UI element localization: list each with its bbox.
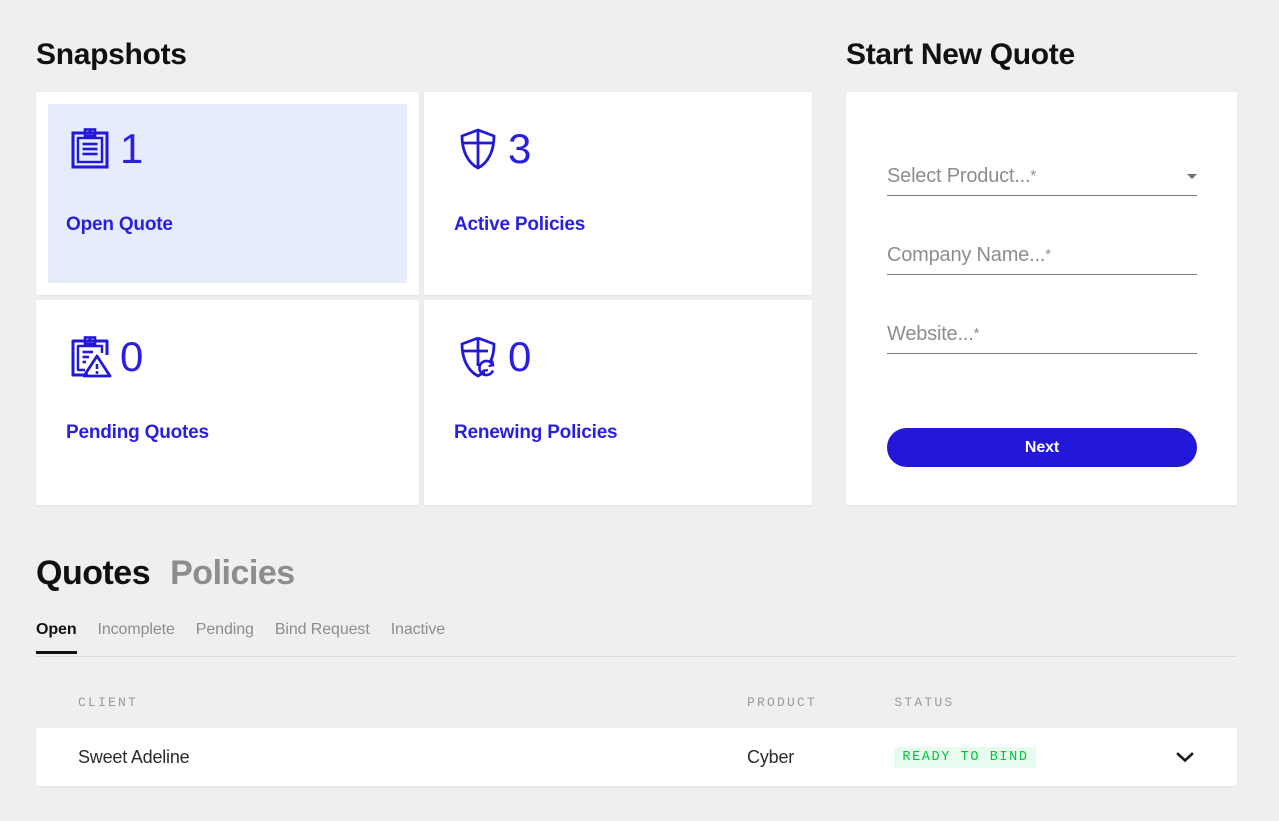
product-select-placeholder: Select Product...*: [887, 165, 1036, 187]
cell-product: Cyber: [747, 746, 795, 767]
snapshot-card-renewing-policies[interactable]: 0 Renewing Policies: [424, 300, 812, 505]
snapshot-count: 0: [508, 333, 532, 380]
shield-check-icon: [460, 128, 496, 170]
record-type-tabs: Quotes Policies: [36, 556, 295, 590]
table-header-row: CLIENT PRODUCT STATUS: [36, 676, 1237, 728]
snapshot-card-top: 0: [454, 322, 782, 392]
chevron-down-icon: [1176, 752, 1194, 763]
quotes-table: CLIENT PRODUCT STATUS Sweet Adeline Cybe…: [36, 676, 1237, 786]
website-placeholder: Website...*: [887, 323, 980, 345]
dashboard-page: Snapshots 1 Open Quote 3 Active Policies…: [0, 0, 1279, 821]
snapshots-grid: 1 Open Quote 3 Active Policies 0 Pending…: [36, 92, 812, 505]
clipboard-warning-icon: [71, 336, 112, 378]
product-select[interactable]: Select Product...*: [887, 154, 1197, 196]
chevron-down-icon: [1187, 174, 1197, 179]
start-new-quote-panel: Select Product...* Company Name...* Webs…: [846, 92, 1237, 505]
subtab-incomplete[interactable]: Incomplete: [98, 621, 175, 652]
snapshot-card-top: 0: [66, 322, 389, 392]
subtab-open[interactable]: Open: [36, 621, 77, 654]
company-name-field[interactable]: Company Name...*: [887, 233, 1197, 275]
snapshot-card-open-quote[interactable]: 1 Open Quote: [36, 92, 419, 295]
tab-quotes[interactable]: Quotes: [36, 556, 151, 590]
column-header-client: CLIENT: [78, 694, 139, 710]
column-header-product: PRODUCT: [747, 694, 818, 710]
status-badge: READY TO BIND: [894, 746, 1036, 768]
company-name-placeholder: Company Name...*: [887, 244, 1051, 266]
website-field[interactable]: Website...*: [887, 312, 1197, 354]
snapshot-card-inner: 0 Pending Quotes: [36, 300, 419, 505]
tab-policies[interactable]: Policies: [170, 556, 295, 590]
cell-client: Sweet Adeline: [78, 746, 190, 767]
snapshot-label: Open Quote: [66, 214, 173, 235]
subtab-inactive[interactable]: Inactive: [391, 621, 445, 652]
snapshot-label: Pending Quotes: [66, 422, 209, 443]
subtab-bind-request[interactable]: Bind Request: [275, 621, 370, 652]
snapshot-count: 3: [508, 125, 532, 172]
snapshot-label: Renewing Policies: [454, 422, 618, 443]
snapshot-card-top: 3: [454, 114, 782, 184]
snapshot-card-top: 1: [66, 114, 389, 184]
shield-renew-icon: [460, 336, 496, 378]
snapshot-count: 0: [120, 333, 144, 380]
clipboard-list-icon: [71, 128, 109, 169]
column-header-status: STATUS: [894, 694, 955, 710]
snapshot-label: Active Policies: [454, 214, 586, 235]
snapshot-card-inner: 3 Active Policies: [424, 92, 812, 295]
start-new-quote-heading: Start New Quote: [846, 38, 1075, 71]
snapshot-card-active-policies[interactable]: 3 Active Policies: [424, 92, 812, 295]
next-button[interactable]: Next: [887, 428, 1197, 467]
cell-status: READY TO BIND: [894, 746, 1146, 768]
snapshot-count: 1: [120, 125, 144, 172]
row-expand-button[interactable]: [1147, 751, 1195, 763]
subtab-pending[interactable]: Pending: [196, 621, 254, 652]
snapshots-heading: Snapshots: [36, 38, 187, 71]
table-row[interactable]: Sweet Adeline Cyber READY TO BIND: [36, 728, 1237, 786]
status-subtabs: Open Incomplete Pending Bind Request Ina…: [36, 621, 1237, 657]
snapshot-card-inner: 1 Open Quote: [48, 104, 407, 283]
snapshot-card-inner: 0 Renewing Policies: [424, 300, 812, 505]
snapshot-card-pending-quotes[interactable]: 0 Pending Quotes: [36, 300, 419, 505]
